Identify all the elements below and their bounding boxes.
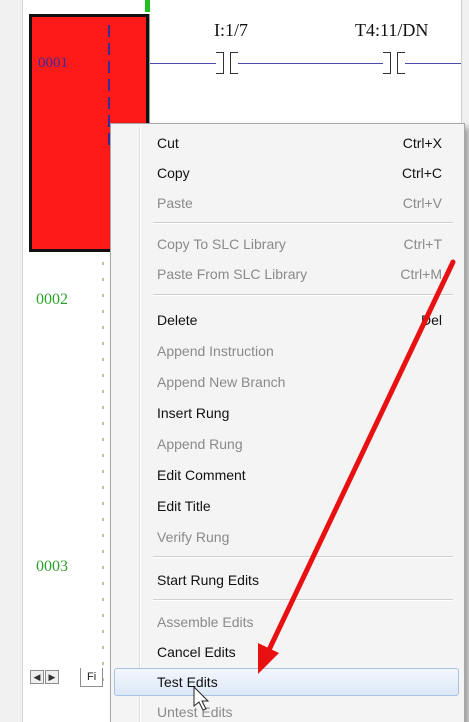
menu-item-edit-title[interactable]: Edit Title	[114, 492, 459, 520]
menu-item-edit-comment[interactable]: Edit Comment	[114, 461, 459, 489]
menu-item-paste[interactable]: Paste Ctrl+V	[114, 189, 459, 217]
menu-separator	[153, 222, 453, 224]
menu-item-append-new-branch[interactable]: Append New Branch	[114, 368, 459, 396]
menu-item-shortcut: Ctrl+X	[402, 135, 442, 151]
menu-item-label: Copy	[157, 165, 190, 181]
menu-item-assemble-edits[interactable]: Assemble Edits	[114, 608, 459, 636]
rung-number-0002[interactable]: 0002	[36, 291, 68, 309]
menu-item-label: Test Edits	[157, 674, 218, 690]
menu-item-cut[interactable]: Cut Ctrl+X	[114, 129, 459, 157]
menu-item-insert-rung[interactable]: Insert Rung	[114, 399, 459, 427]
tab-scroll-right-button[interactable]: ▶	[45, 670, 59, 684]
menu-item-cancel-edits[interactable]: Cancel Edits	[114, 638, 459, 666]
menu-item-shortcut: Del	[420, 312, 442, 328]
menu-item-label: Append Instruction	[157, 343, 274, 359]
menu-item-delete[interactable]: Delete Del	[114, 306, 459, 334]
menu-item-label: Insert Rung	[157, 405, 230, 421]
menu-item-copy[interactable]: Copy Ctrl+C	[114, 159, 459, 187]
xic-contact-t4-11-dn[interactable]	[383, 52, 405, 74]
menu-item-label: Delete	[157, 312, 198, 328]
menu-item-shortcut: Ctrl+M	[400, 266, 442, 282]
menu-item-label: Paste	[157, 195, 193, 211]
file-tab-label: Fi	[87, 671, 97, 683]
menu-item-shortcut: Ctrl+V	[402, 195, 442, 211]
file-tab[interactable]: Fi	[80, 668, 104, 687]
menu-item-paste-from-slc-library[interactable]: Paste From SLC Library Ctrl+M	[114, 260, 459, 288]
menu-item-label: Untest Edits	[157, 704, 233, 720]
menu-item-label: Cut	[157, 135, 179, 151]
rung-number-0001: 0001	[38, 55, 68, 71]
menu-item-label: Edit Title	[157, 498, 211, 514]
menu-item-label: Assemble Edits	[157, 614, 254, 630]
rung-wire-segment	[405, 63, 461, 64]
menu-separator	[153, 294, 453, 296]
rung-comment-dots	[102, 262, 104, 692]
editor-left-margin	[0, 0, 23, 722]
menu-item-label: Start Rung Edits	[157, 572, 259, 588]
rung-wire-segment	[238, 63, 383, 64]
menu-item-label: Append New Branch	[157, 374, 286, 390]
menu-item-label: Verify Rung	[157, 529, 230, 545]
menu-item-untest-edits[interactable]: Untest Edits	[114, 698, 459, 722]
ladder-editor-screen: 0001 0002 0003 I:1/7 T4:11/DN ◀ ▶ Fi Cut…	[0, 0, 469, 722]
rung-number-0003[interactable]: 0003	[36, 558, 68, 576]
menu-item-start-rung-edits[interactable]: Start Rung Edits	[114, 566, 459, 594]
menu-item-copy-to-slc-library[interactable]: Copy To SLC Library Ctrl+T	[114, 230, 459, 258]
menu-item-label: Copy To SLC Library	[157, 236, 286, 252]
rail-status-marker	[145, 0, 150, 12]
menu-item-append-instruction[interactable]: Append Instruction	[114, 337, 459, 365]
menu-item-label: Append Rung	[157, 436, 243, 452]
menu-item-label: Cancel Edits	[157, 644, 236, 660]
menu-item-append-rung[interactable]: Append Rung	[114, 430, 459, 458]
menu-separator	[153, 599, 453, 601]
context-menu: Cut Ctrl+X Copy Ctrl+C Paste Ctrl+V Copy…	[110, 123, 465, 722]
menu-item-label: Edit Comment	[157, 467, 246, 483]
tab-scroll-left-button[interactable]: ◀	[30, 670, 44, 684]
contact-address-i-1-7: I:1/7	[214, 20, 248, 40]
menu-item-test-edits[interactable]: Test Edits	[114, 668, 459, 696]
menu-item-shortcut: Ctrl+C	[401, 165, 442, 181]
menu-item-label: Paste From SLC Library	[157, 266, 308, 282]
xic-contact-i-1-7[interactable]	[216, 52, 238, 74]
contact-address-t4-11-dn: T4:11/DN	[355, 20, 429, 40]
rung-wire-segment	[150, 63, 216, 64]
menu-item-shortcut: Ctrl+T	[403, 236, 443, 252]
menu-item-verify-rung[interactable]: Verify Rung	[114, 523, 459, 551]
menu-separator	[153, 556, 453, 558]
